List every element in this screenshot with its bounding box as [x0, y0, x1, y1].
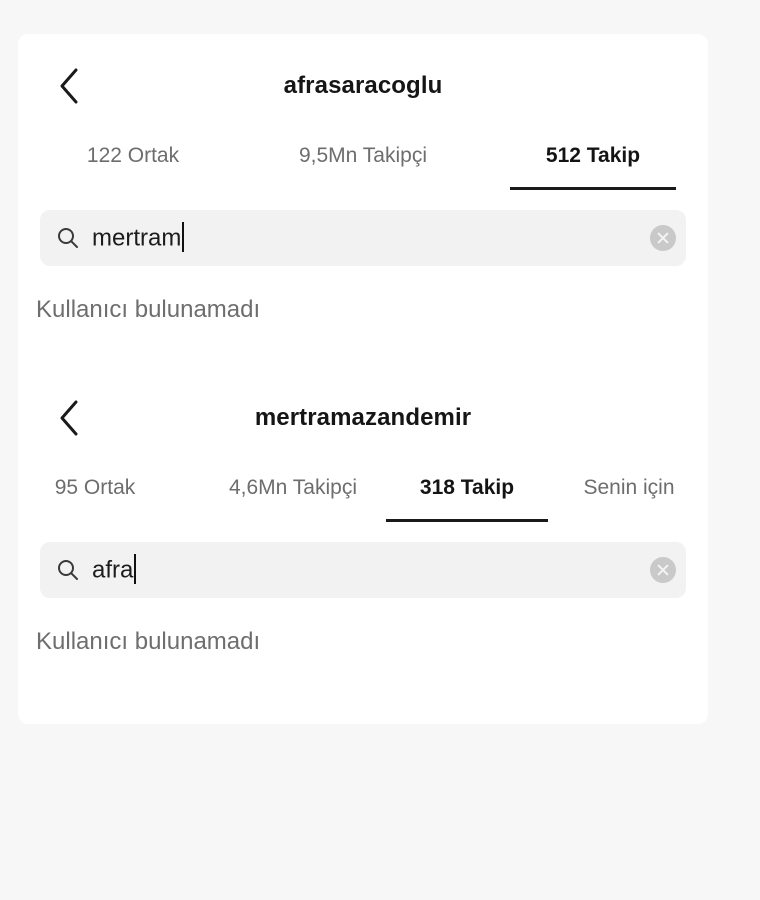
profile-title: mertramazandemir	[254, 404, 472, 431]
text-cursor	[134, 554, 137, 584]
profile-title: afrasaracoglu	[283, 72, 443, 99]
tab-followers[interactable]: 4,6Mn Takipçi	[190, 476, 396, 524]
tab-for-you[interactable]: Senin için	[564, 476, 694, 524]
tab-label: 9,5Mn Takipçi	[298, 144, 427, 167]
tab-mutual[interactable]: 95 Ortak	[30, 476, 160, 524]
search-input[interactable]: afra	[92, 554, 137, 586]
profile-panel-mertramazandemir: mertramazandemir 95 Ortak 4,6Mn Takipçi …	[18, 366, 708, 696]
tab-label: 4,6Mn Takipçi	[228, 476, 357, 499]
tab-following[interactable]: 318 Takip	[386, 476, 548, 524]
tab-followers[interactable]: 9,5Mn Takipçi	[258, 144, 468, 192]
search-bar[interactable]: mertram	[40, 210, 686, 266]
search-icon	[58, 228, 78, 248]
tab-mutual[interactable]: 122 Ortak	[48, 144, 218, 192]
tab-label: 95 Ortak	[54, 476, 136, 499]
tab-label: 122 Ortak	[86, 144, 180, 167]
tab-label: 318 Takip	[419, 476, 515, 499]
search-input-value: mertram	[92, 224, 182, 252]
tab-following[interactable]: 512 Takip	[510, 144, 676, 192]
search-input-value: afra	[92, 556, 134, 584]
card: afrasaracoglu 122 Ortak 9,5Mn Takipçi 51…	[18, 34, 708, 724]
search-icon	[58, 560, 78, 580]
tab-label: 512 Takip	[545, 144, 641, 167]
active-tab-indicator	[510, 187, 676, 190]
search-input[interactable]: mertram	[92, 222, 185, 254]
active-tab-indicator	[386, 519, 548, 522]
search-bar[interactable]: afra	[40, 542, 686, 598]
text-cursor	[182, 222, 185, 252]
clear-icon[interactable]	[650, 225, 676, 251]
tab-label: Senin için	[583, 476, 675, 499]
clear-icon[interactable]	[650, 557, 676, 583]
profile-panel-afrasaracoglu: afrasaracoglu 122 Ortak 9,5Mn Takipçi 51…	[18, 34, 708, 364]
empty-state-message: Kullanıcı bulunamadı	[36, 296, 261, 323]
empty-state-message: Kullanıcı bulunamadı	[36, 628, 261, 655]
